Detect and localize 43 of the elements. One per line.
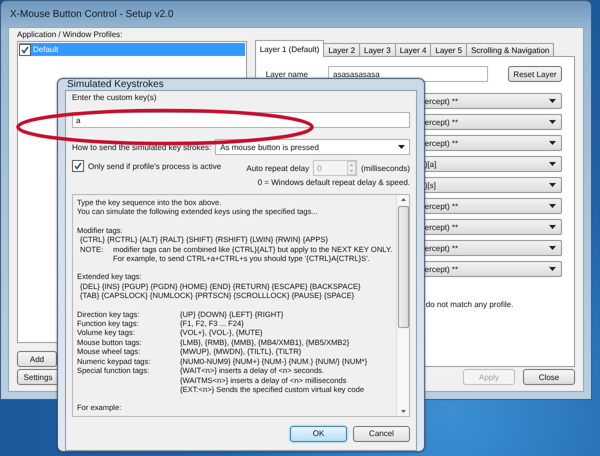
repeat-unit: (milliseconds) [361, 164, 410, 172]
dialog-button[interactable]: Cancel [353, 426, 410, 442]
caret-icon [549, 162, 556, 166]
layer-tab[interactable]: Layer 5 [430, 43, 468, 56]
dialog-button[interactable]: Close [523, 369, 575, 385]
caret-icon [549, 99, 556, 103]
caret-icon [549, 120, 556, 124]
caret-icon [398, 145, 405, 149]
caret-icon [549, 204, 556, 208]
key-input[interactable]: a [72, 112, 410, 128]
send-mode-label: How to send the simulated key strokes: [72, 142, 212, 152]
layer-tab[interactable]: Layer 2 [323, 43, 360, 56]
caret-icon [549, 246, 556, 250]
settings-button[interactable]: Settings [17, 369, 59, 385]
caret-icon [549, 141, 556, 145]
profiles-label: Application / Window Profiles: [17, 30, 124, 39]
caret-icon [549, 183, 556, 187]
window-title: X-Mouse Button Control - Setup v2.0 [10, 8, 174, 20]
layer-tab[interactable]: Layer 4 [394, 43, 432, 56]
add-button[interactable]: Add [17, 351, 57, 367]
dialog-button[interactable]: OK [290, 426, 347, 442]
scroll-down-icon[interactable] [400, 410, 406, 413]
profile-name: Default [33, 45, 58, 54]
spinner-arrows-icon [347, 161, 356, 175]
caret-icon [549, 267, 556, 271]
dialog-title: Simulated Keystrokes [67, 79, 164, 90]
profile-note: do not match any profile. [426, 300, 514, 309]
caret-icon [549, 225, 556, 229]
layer-tab[interactable]: Layer 1 (Default) [254, 40, 324, 57]
layer-name-label: Layer name [266, 70, 308, 78]
checkbox[interactable] [72, 160, 84, 172]
scroll-thumb[interactable] [398, 206, 409, 328]
repeat-label: Auto repeat delay [246, 164, 310, 172]
layer-tab[interactable]: Layer 3 [359, 43, 396, 56]
scrollbar[interactable] [396, 195, 409, 416]
layer-tab[interactable]: Scrolling & Navigation [466, 43, 554, 56]
repeat-note: 0 = Windows default repeat delay & speed. [258, 178, 410, 187]
scroll-up-icon[interactable] [400, 198, 406, 201]
key-label: Enter the custom key(s) [72, 93, 158, 102]
checkbox[interactable] [19, 44, 31, 56]
reset-layer-button[interactable]: Reset Layer [508, 66, 562, 82]
checkbox-label: Only send if profile's process is active [88, 162, 222, 170]
send-mode-dropdown[interactable]: As mouse button is pressed [215, 139, 410, 155]
